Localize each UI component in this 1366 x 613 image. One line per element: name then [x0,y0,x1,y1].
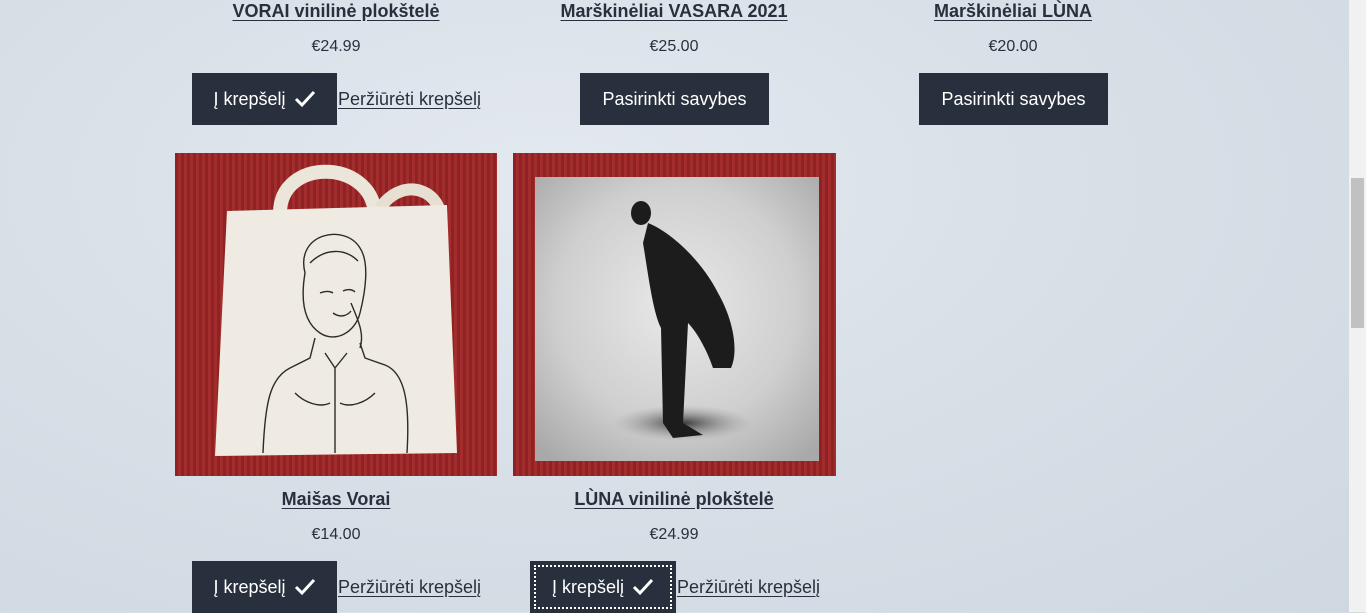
view-cart-link[interactable]: Peržiūrėti krepšelį [338,577,481,598]
vertical-scrollbar[interactable] [1349,0,1366,612]
add-to-cart-label: Į krepšelį [213,88,286,109]
view-cart-link[interactable]: Peržiūrėti krepšelį [677,577,820,598]
product-title-link[interactable]: Marškinėliai LÙNA [934,1,1092,22]
scrollbar-thumb[interactable] [1351,178,1364,328]
select-options-button[interactable]: Pasirinkti savybes [919,73,1108,125]
product-title-link[interactable]: Marškinėliai VASARA 2021 [560,1,787,22]
product-price: €24.99 [311,38,361,55]
add-to-cart-label: Į krepšelį [551,576,625,597]
view-cart-link[interactable]: Peržiūrėti krepšelį [338,89,481,110]
product-price: €14.00 [311,526,361,543]
product-image-tote-bag[interactable] [175,153,497,476]
select-options-label: Pasirinkti savybes [941,88,1086,109]
select-options-button[interactable]: Pasirinkti savybes [580,73,769,125]
product-price: €24.99 [649,526,699,543]
add-to-cart-button[interactable]: Į krepšelį [530,561,676,613]
select-options-label: Pasirinkti savybes [602,88,747,109]
add-to-cart-button[interactable]: Į krepšelį [192,73,337,125]
product-title-link[interactable]: LÙNA vinilinė plokštelė [574,489,773,510]
product-title-link[interactable]: Maišas Vorai [282,489,391,510]
check-icon [294,90,316,108]
add-to-cart-button[interactable]: Į krepšelį [192,561,337,613]
check-icon [294,578,316,596]
product-title-link[interactable]: VORAI vinilinė plokštelė [232,1,439,22]
product-price: €20.00 [988,38,1038,55]
check-icon [632,578,654,596]
product-image-luna-vinyl[interactable] [513,153,836,476]
add-to-cart-label: Į krepšelį [213,576,286,597]
product-price: €25.00 [649,38,699,55]
